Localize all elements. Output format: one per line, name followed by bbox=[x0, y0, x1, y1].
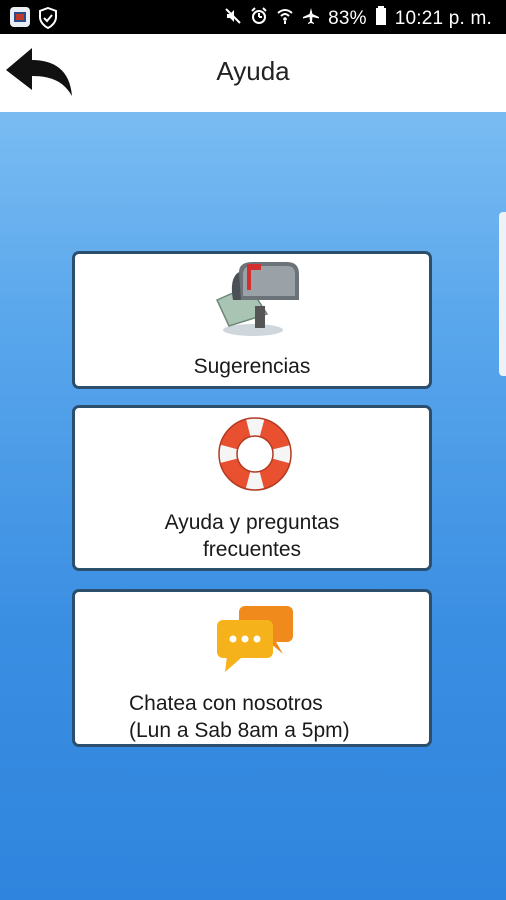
battery-icon bbox=[375, 6, 387, 32]
status-left-icons bbox=[10, 6, 58, 34]
faq-card[interactable]: Ayuda y preguntas frecuentes bbox=[72, 405, 432, 571]
lifebuoy-icon bbox=[218, 417, 292, 491]
suggestions-card[interactable]: Sugerencias bbox=[72, 251, 432, 389]
faq-label: Ayuda y preguntas frecuentes bbox=[164, 511, 340, 561]
wifi-icon bbox=[276, 7, 294, 31]
mute-icon bbox=[224, 7, 242, 31]
alarm-icon bbox=[250, 7, 268, 31]
airplane-mode-icon bbox=[302, 7, 320, 31]
shield-icon bbox=[38, 6, 58, 34]
mailbox-icon bbox=[215, 262, 299, 336]
status-right-icons: 83% 10:21 p. m. bbox=[224, 6, 492, 32]
header-bar: Ayuda bbox=[0, 34, 506, 112]
chat-bubbles-icon bbox=[217, 606, 293, 672]
page-title: Ayuda bbox=[216, 56, 290, 86]
battery-percent: 83% bbox=[328, 8, 367, 29]
chat-label: Chatea con nosotros (Lun a Sab 8am a 5pm… bbox=[129, 692, 350, 742]
status-bar: 83% 10:21 p. m. bbox=[0, 0, 506, 34]
clock-time: 10:21 p. m. bbox=[394, 8, 492, 29]
suggestions-label: Sugerencias bbox=[193, 355, 311, 378]
chat-card[interactable]: Chatea con nosotros (Lun a Sab 8am a 5pm… bbox=[72, 589, 432, 747]
scrollbar[interactable] bbox=[499, 212, 506, 376]
app-notification-icon bbox=[10, 7, 30, 27]
